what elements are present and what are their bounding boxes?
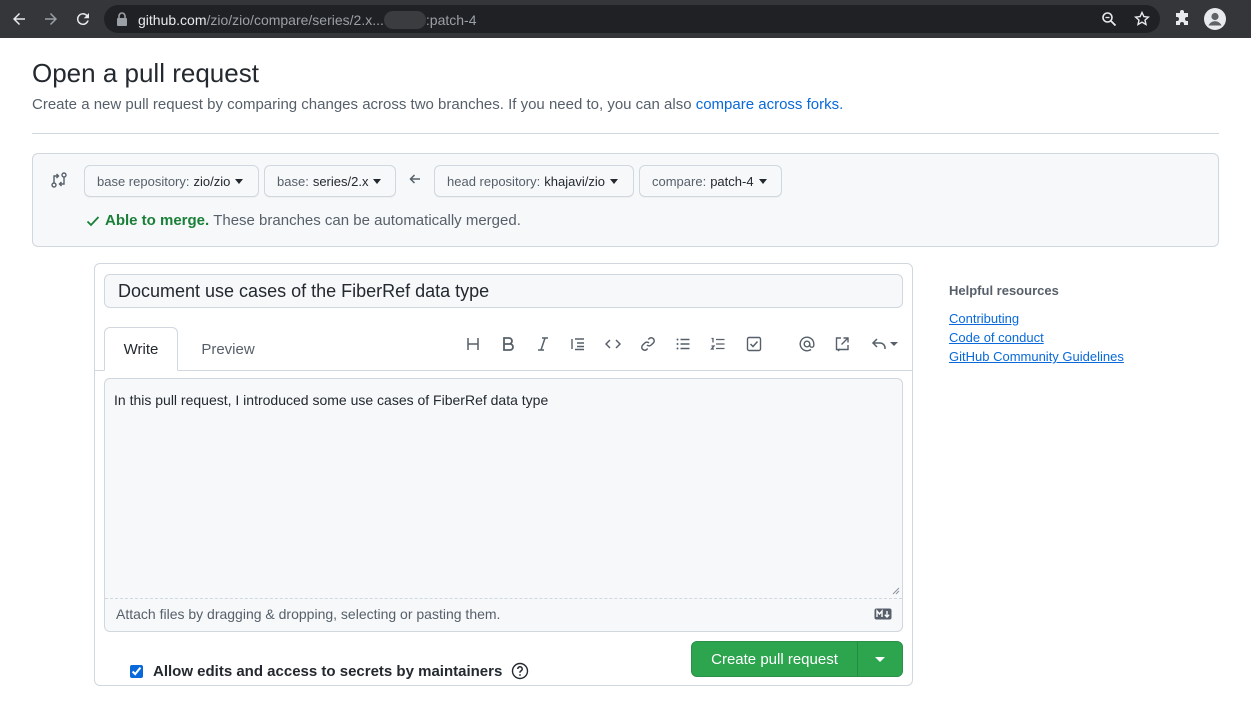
compare-branch-select[interactable]: compare: patch-4: [639, 165, 782, 197]
base-repo-value: zio/zio: [193, 173, 231, 189]
compare-across-forks-link[interactable]: compare across forks.: [696, 96, 844, 113]
pr-body-text: In this pull request, I introduced some …: [114, 392, 549, 408]
head-repo-label: head repository:: [447, 173, 541, 189]
browser-toolbar: github.com/zio/zio/compare/series/2.x...…: [0, 0, 1251, 38]
caret-down-icon: [235, 178, 244, 184]
check-icon: [86, 215, 100, 226]
bookmark-star-icon[interactable]: [1134, 11, 1150, 27]
code-of-conduct-link[interactable]: Code of conduct: [949, 330, 1044, 345]
quote-icon[interactable]: [568, 334, 588, 354]
merge-status-text: These branches can be automatically merg…: [213, 212, 521, 229]
attach-files-hint[interactable]: Attach files by dragging & dropping, sel…: [116, 606, 500, 622]
caret-down-icon: [609, 178, 618, 184]
allow-edits-checkbox[interactable]: [130, 664, 143, 678]
reload-icon[interactable]: [73, 9, 93, 29]
base-repository-select[interactable]: base repository: zio/zio: [84, 165, 259, 197]
italic-icon[interactable]: [533, 334, 553, 354]
resize-handle-icon[interactable]: [892, 587, 900, 595]
forward-arrow-icon[interactable]: [41, 9, 61, 29]
ordered-list-icon[interactable]: [708, 334, 728, 354]
markdown-icon[interactable]: [874, 608, 892, 620]
tab-preview[interactable]: Preview: [191, 327, 265, 371]
create-pull-request-button[interactable]: Create pull request: [692, 642, 858, 676]
bold-icon[interactable]: [498, 334, 518, 354]
attach-divider: [105, 598, 902, 599]
cross-reference-icon[interactable]: [832, 334, 852, 354]
url-text: github.com/zio/zio/compare/series/2.x...…: [138, 11, 477, 29]
address-bar[interactable]: github.com/zio/zio/compare/series/2.x...…: [104, 5, 1160, 33]
code-icon[interactable]: [603, 334, 623, 354]
arrow-left-icon: [409, 174, 420, 184]
branch-range-box: base repository: zio/zio base: series/2.x …: [32, 153, 1219, 247]
base-repo-label: base repository:: [97, 173, 190, 189]
create-options-dropdown[interactable]: [858, 642, 902, 676]
allow-edits-label: Allow edits and access to secrets by mai…: [153, 662, 503, 680]
saved-replies-icon[interactable]: [867, 334, 901, 354]
extensions-puzzle-icon[interactable]: [1172, 9, 1192, 29]
page-subtitle: Create a new pull request by comparing c…: [32, 96, 844, 113]
caret-down-icon: [758, 178, 767, 184]
base-branch-select[interactable]: base: series/2.x: [264, 165, 396, 197]
compare-branch-value: patch-4: [710, 173, 754, 189]
compare-branch-label: compare:: [652, 173, 707, 189]
pr-title-input[interactable]: [104, 274, 903, 308]
lock-icon: [117, 12, 127, 26]
back-arrow-icon[interactable]: [9, 9, 29, 29]
pr-body-textarea[interactable]: In this pull request, I introduced some …: [104, 378, 903, 632]
merge-status-strong: Able to merge.: [105, 212, 210, 229]
git-compare-icon: [51, 172, 67, 188]
zoom-icon[interactable]: [1101, 11, 1117, 27]
base-branch-value: series/2.x: [312, 173, 369, 189]
task-list-icon[interactable]: [744, 334, 764, 354]
head-repo-value: khajavi/zio: [544, 173, 605, 189]
create-pull-request-split-button: Create pull request: [691, 641, 903, 677]
redacted-segment: [383, 11, 426, 29]
contributing-link[interactable]: Contributing: [949, 311, 1019, 326]
head-repository-select[interactable]: head repository: khajavi/zio: [434, 165, 634, 197]
link-icon[interactable]: [638, 334, 658, 354]
question-circle-icon[interactable]: [511, 662, 529, 680]
merge-status: Able to merge. These branches can be aut…: [85, 212, 521, 229]
unordered-list-icon[interactable]: [673, 334, 693, 354]
base-branch-label: base:: [277, 173, 309, 189]
community-guidelines-link[interactable]: GitHub Community Guidelines: [949, 349, 1124, 364]
header-divider: [32, 133, 1219, 134]
heading-icon[interactable]: [463, 334, 483, 354]
mention-icon[interactable]: [797, 334, 817, 354]
tab-write[interactable]: Write: [104, 327, 178, 371]
profile-avatar-icon[interactable]: [1204, 8, 1226, 30]
caret-down-icon: [875, 656, 885, 662]
allow-edits-option[interactable]: Allow edits and access to secrets by mai…: [130, 662, 529, 680]
page-title: Open a pull request: [32, 58, 259, 88]
helpful-resources-heading: Helpful resources: [949, 283, 1059, 298]
caret-down-icon: [373, 178, 382, 184]
caret-down-icon: [889, 342, 898, 346]
pull-request-form: Write Preview In this pull request, I in…: [94, 263, 913, 686]
